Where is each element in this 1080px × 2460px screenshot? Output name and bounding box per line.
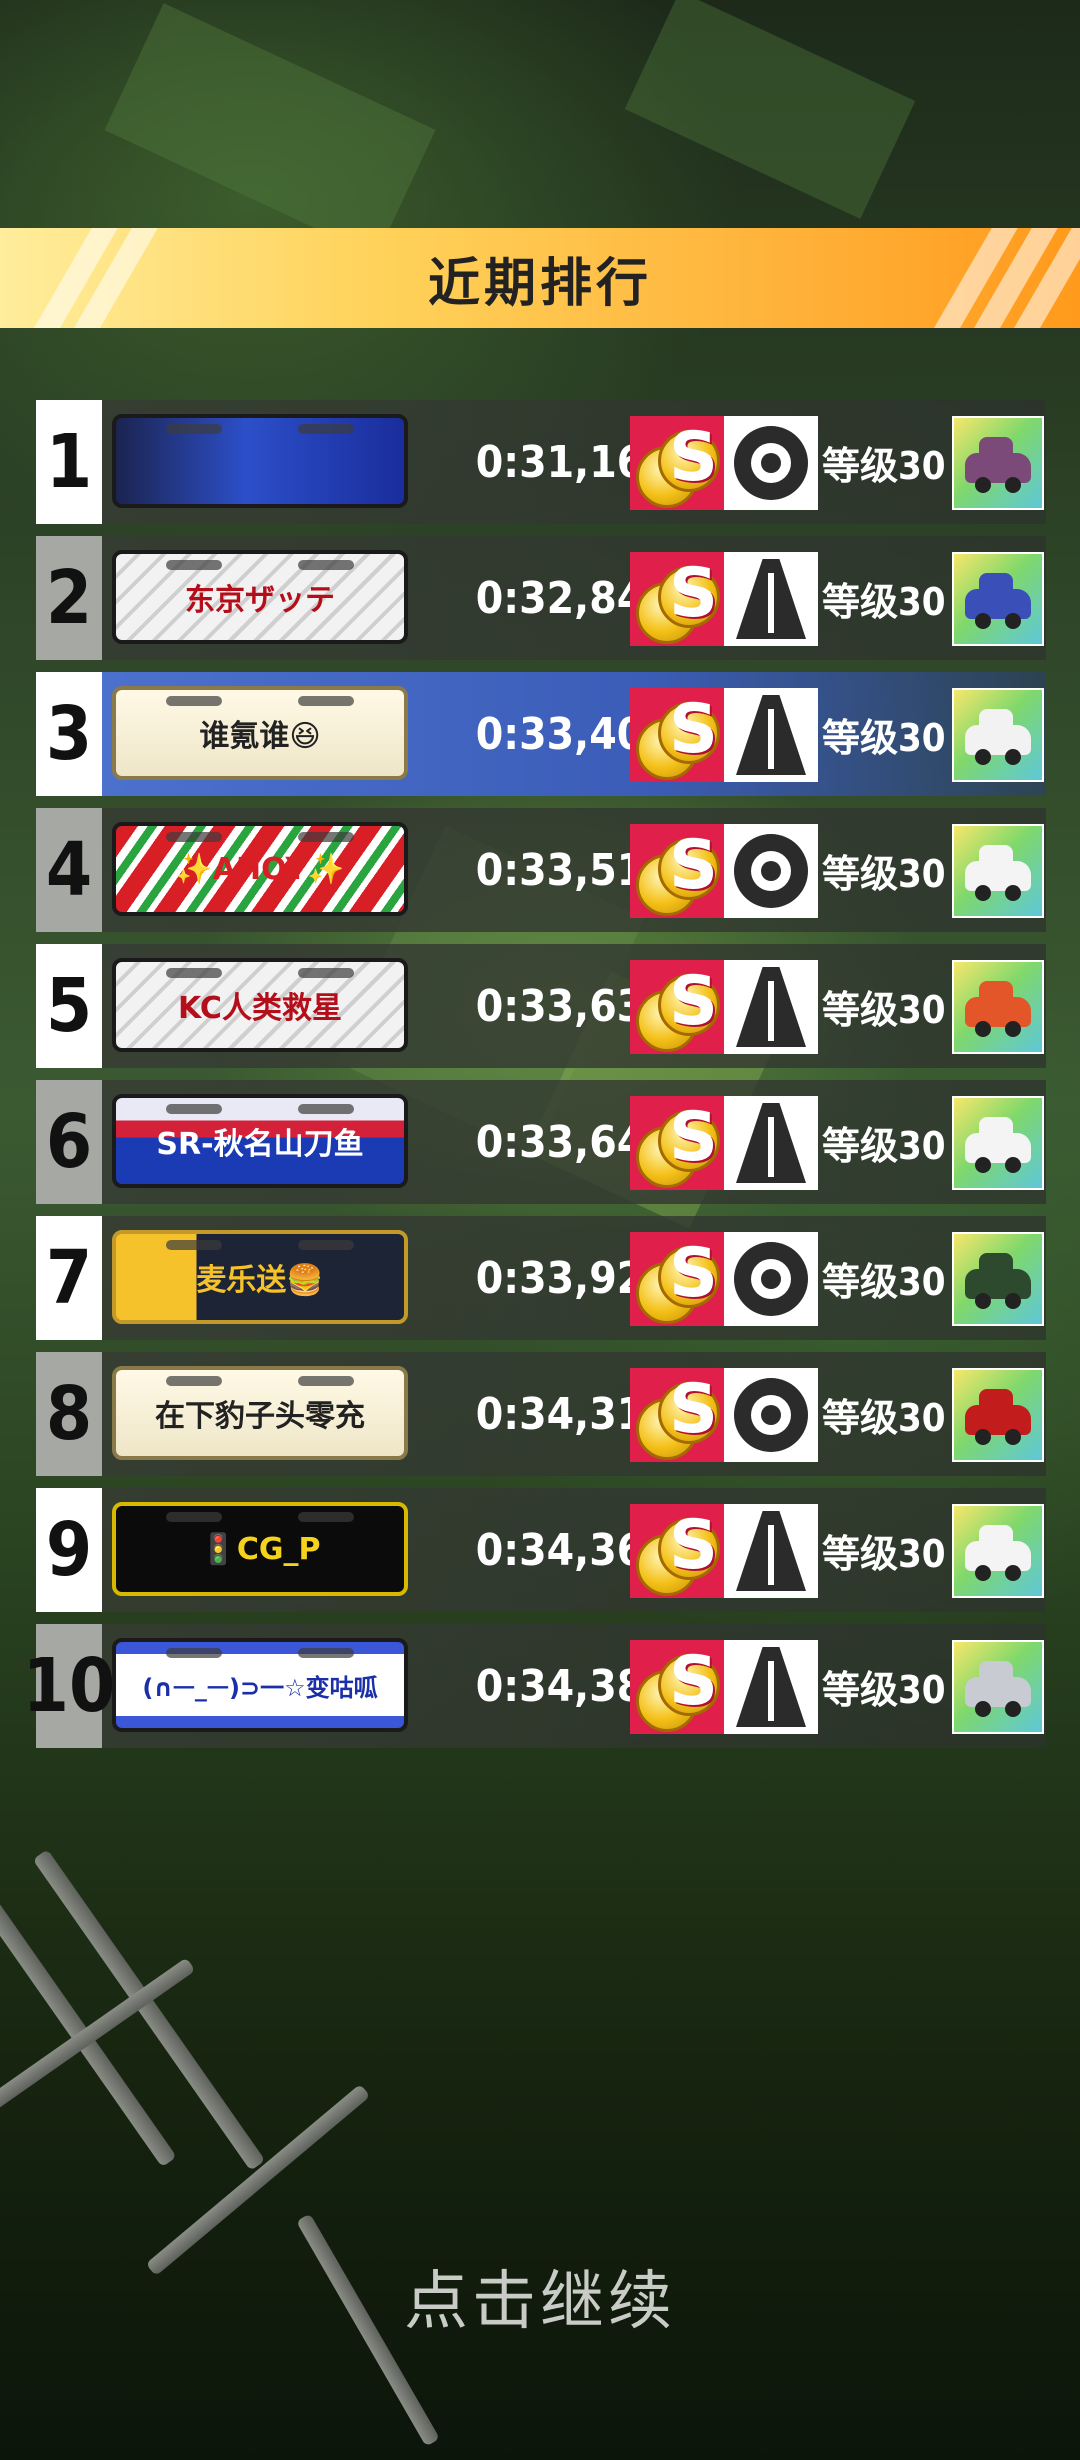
car-thumbnail — [952, 1640, 1044, 1734]
car-thumbnail — [952, 1096, 1044, 1190]
road-icon — [724, 1096, 818, 1190]
license-plate: ✨AHOY✨ — [112, 822, 408, 916]
plate-text: ✨AHOY✨ — [175, 851, 345, 887]
plate-text: 谁氪谁😆 — [199, 719, 321, 754]
car-thumbnail — [952, 1504, 1044, 1598]
car-thumbnail — [952, 552, 1044, 646]
coin-badge-icon: S — [630, 688, 724, 782]
plate-text: KC人类救星 — [178, 991, 342, 1026]
wheel-icon — [724, 824, 818, 918]
coin-badge-icon: S — [630, 824, 724, 918]
plate-text: 在下豹子头零充 — [155, 1399, 365, 1434]
license-plate: 谁氪谁😆 — [112, 686, 408, 780]
leaderboard-list: 1 0:31,16 S 等级30 2 东京ザッテ 0:32,84 S 等级30 … — [23, 400, 1046, 1760]
rank-number: 2 — [36, 536, 102, 660]
rank-number: 5 — [36, 944, 102, 1068]
leaderboard-row[interactable]: 2 东京ザッテ 0:32,84 S 等级30 — [36, 536, 1046, 660]
leaderboard-row[interactable]: 7 麦乐送🍔 0:33,92 S 等级30 — [36, 1216, 1046, 1340]
rank-number: 4 — [36, 808, 102, 932]
license-plate: 麦乐送🍔 — [112, 1230, 408, 1324]
car-thumbnail — [952, 416, 1044, 510]
leaderboard-row[interactable]: 8 在下豹子头零充 0:34,31 S 等级30 — [36, 1352, 1046, 1476]
rank-number: 8 — [36, 1352, 102, 1476]
coin-badge-icon: S — [630, 1232, 724, 1326]
car-thumbnail — [952, 824, 1044, 918]
car-thumbnail — [952, 960, 1044, 1054]
rank-number: 6 — [36, 1080, 102, 1204]
coin-badge-icon: S — [630, 1096, 724, 1190]
license-plate: 🚦CG_P — [112, 1502, 408, 1596]
road-icon — [724, 688, 818, 782]
plate-text: 麦乐送🍔 — [196, 1263, 324, 1298]
coin-badge-icon: S — [630, 1504, 724, 1598]
car-thumbnail — [952, 1368, 1044, 1462]
road-icon — [724, 960, 818, 1054]
license-plate: KC人类救星 — [112, 958, 408, 1052]
car-thumbnail — [952, 688, 1044, 782]
plate-text: (∩ᅳ_ᅳ)⊃一☆变咕呱 — [142, 1673, 378, 1702]
license-plate — [112, 414, 408, 508]
leaderboard-header: 近期排行 — [0, 228, 1080, 328]
page-title: 近期排行 — [427, 253, 652, 314]
leaderboard-row[interactable]: 5 KC人类救星 0:33,63 S 等级30 — [36, 944, 1046, 1068]
road-icon — [724, 1640, 818, 1734]
car-thumbnail — [952, 1232, 1044, 1326]
plate-text: 东京ザッテ — [185, 583, 335, 618]
coin-badge-icon: S — [630, 552, 724, 646]
rank-number: 10 — [23, 1624, 115, 1748]
coin-badge-icon: S — [630, 416, 724, 510]
license-plate: (∩ᅳ_ᅳ)⊃一☆变咕呱 — [112, 1638, 408, 1732]
rank-number: 9 — [36, 1488, 102, 1612]
road-icon — [724, 1504, 818, 1598]
leaderboard-row[interactable]: 4 ✨AHOY✨ 0:33,51 S 等级30 — [36, 808, 1046, 932]
leaderboard-row[interactable]: 10 (∩ᅳ_ᅳ)⊃一☆变咕呱 0:34,38 S 等级30 — [23, 1624, 1046, 1748]
wheel-icon — [724, 1368, 818, 1462]
rank-number: 1 — [36, 400, 102, 524]
license-plate: SR-秋名山刀鱼 — [112, 1094, 408, 1188]
leaderboard-row[interactable]: 6 SR-秋名山刀鱼 0:33,64 S 等级30 — [36, 1080, 1046, 1204]
leaderboard-row[interactable]: 9 🚦CG_P 0:34,36 S 等级30 — [36, 1488, 1046, 1612]
license-plate: 东京ザッテ — [112, 550, 408, 644]
plate-text: 🚦CG_P — [199, 1531, 321, 1567]
leaderboard-row[interactable]: 1 0:31,16 S 等级30 — [36, 400, 1046, 524]
road-icon — [724, 552, 818, 646]
coin-badge-icon: S — [630, 1368, 724, 1462]
tap-to-continue[interactable]: 点击继续 — [0, 2250, 1080, 2342]
plate-text: SR-秋名山刀鱼 — [156, 1127, 364, 1162]
wheel-icon — [724, 416, 818, 510]
leaderboard-row[interactable]: 3 谁氪谁😆 0:33,40 S 等级30 — [36, 672, 1046, 796]
wheel-icon — [724, 1232, 818, 1326]
rank-number: 7 — [36, 1216, 102, 1340]
coin-badge-icon: S — [630, 1640, 724, 1734]
license-plate: 在下豹子头零充 — [112, 1366, 408, 1460]
coin-badge-icon: S — [630, 960, 724, 1054]
rank-number: 3 — [36, 672, 102, 796]
